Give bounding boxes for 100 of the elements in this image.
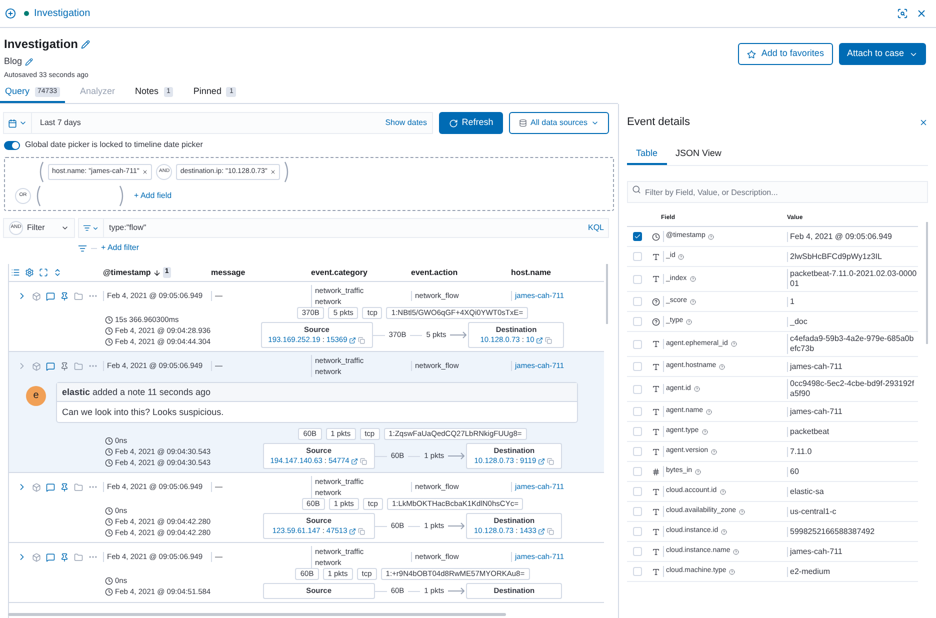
- cube-icon[interactable]: [32, 292, 41, 300]
- comment-icon[interactable]: [46, 362, 55, 370]
- bracket-icon: [284, 161, 290, 183]
- column-header[interactable]: event.category: [311, 266, 368, 278]
- text-type-icon: [652, 548, 660, 556]
- search-field[interactable]: Filter by Field, Value, or Description...: [627, 181, 928, 203]
- add-field-link[interactable]: + Add field: [134, 190, 172, 202]
- external-link-icon[interactable]: [538, 528, 546, 534]
- external-link-icon[interactable]: [349, 528, 356, 534]
- copy-icon[interactable]: [547, 528, 554, 534]
- text-type-icon: [652, 362, 660, 370]
- field-value: elastic-sa: [787, 486, 918, 496]
- show-dates-link[interactable]: Show dates: [385, 117, 432, 129]
- favorites-button[interactable]: Add to favorites: [738, 43, 833, 65]
- clock-icon: [105, 338, 113, 346]
- cube-icon[interactable]: [32, 362, 41, 370]
- close-icon[interactable]: [919, 118, 928, 127]
- filter-icon[interactable]: [78, 244, 87, 252]
- cube-icon[interactable]: [32, 482, 41, 492]
- external-link-icon[interactable]: [538, 458, 546, 464]
- add-filter-link[interactable]: + Add filter: [101, 242, 140, 254]
- edit-icon[interactable]: [25, 58, 34, 66]
- checkbox[interactable]: [633, 232, 642, 241]
- data-sources-button[interactable]: All data sources: [509, 112, 609, 134]
- comment-icon[interactable]: [46, 292, 55, 300]
- column-header[interactable]: event.action: [411, 266, 458, 278]
- saved-query-icon[interactable]: [83, 224, 91, 232]
- edit-icon[interactable]: [81, 40, 90, 48]
- folder-icon[interactable]: [74, 552, 83, 562]
- text-type-icon: [652, 408, 660, 416]
- question-icon: [652, 318, 660, 326]
- folder-icon[interactable]: [74, 292, 83, 300]
- remove-icon[interactable]: [142, 169, 148, 175]
- toggle-label: Global date picker is locked to timeline date picker: [25, 139, 203, 151]
- cube-icon[interactable]: [32, 552, 41, 562]
- copy-icon[interactable]: [545, 336, 552, 344]
- status-dot-icon: [24, 11, 29, 16]
- refresh-button[interactable]: Refresh: [439, 112, 503, 134]
- field-value: 0cc9498c-5ec2-4cbe-bd9f-293192fa5f90: [787, 379, 918, 399]
- arrow-icon: [450, 331, 468, 339]
- text-type-icon: [652, 340, 660, 348]
- field-value: 5998252166588387492: [787, 526, 918, 536]
- copy-icon[interactable]: [547, 458, 554, 464]
- refresh-icon: [448, 118, 458, 128]
- tab[interactable]: JSON View: [666, 144, 730, 164]
- settings-icon[interactable]: [25, 268, 34, 277]
- text-type-icon: [652, 252, 660, 260]
- date-range: Last 7 days: [39, 117, 82, 129]
- fullscreen-icon[interactable]: [39, 268, 48, 277]
- row-height-icon[interactable]: [53, 268, 62, 277]
- folder-icon[interactable]: [74, 482, 83, 492]
- comment-icon[interactable]: [46, 552, 55, 562]
- query-input[interactable]: type:"flow" KQL: [78, 218, 609, 238]
- pin-icon[interactable]: [60, 362, 69, 370]
- clock-icon: [105, 518, 113, 526]
- scrollbar-thumb: [606, 264, 608, 324]
- pin-icon[interactable]: [60, 482, 69, 492]
- text-type-icon: [652, 428, 660, 436]
- field-value: 1: [787, 296, 918, 306]
- clock-icon: [105, 437, 113, 445]
- copy-icon[interactable]: [358, 528, 366, 534]
- copy-icon[interactable]: [358, 336, 366, 344]
- column-header[interactable]: host.name: [511, 266, 552, 278]
- timeline-link[interactable]: Investigation: [34, 6, 90, 21]
- copy-icon[interactable]: [360, 458, 368, 464]
- field-value: 7.11.0: [787, 446, 918, 456]
- search-icon: [632, 184, 641, 194]
- text-type-icon: [652, 508, 660, 516]
- caret-icon: [591, 119, 600, 127]
- remove-icon[interactable]: [270, 169, 276, 175]
- columns-icon[interactable]: [11, 268, 20, 277]
- close-icon[interactable]: [916, 8, 927, 19]
- bracket-icon: [119, 185, 125, 207]
- external-link-icon[interactable]: [349, 336, 356, 344]
- timeline-description: Blog: [4, 55, 22, 68]
- comment-icon[interactable]: [46, 482, 55, 492]
- column-header[interactable]: message: [211, 266, 246, 278]
- clock-icon: [105, 529, 113, 537]
- field-value: james-cah-711: [787, 546, 918, 556]
- fullscreen-icon[interactable]: [897, 8, 908, 19]
- column-header[interactable]: @timestamp: [103, 266, 151, 278]
- calendar-icon[interactable]: [8, 118, 17, 128]
- kql-link[interactable]: KQL: [588, 222, 608, 234]
- attach-to-case-button[interactable]: Attach to case: [838, 43, 926, 65]
- external-link-icon[interactable]: [536, 336, 544, 344]
- field-value: james-cah-711: [787, 362, 918, 372]
- text-type-icon: [652, 448, 660, 456]
- pin-icon[interactable]: [60, 292, 69, 300]
- bracket-icon: [35, 185, 41, 207]
- add-icon[interactable]: [5, 8, 16, 19]
- text-type-icon: [652, 275, 660, 283]
- external-link-icon[interactable]: [351, 458, 358, 464]
- caret-icon: [61, 224, 69, 232]
- pin-icon[interactable]: [60, 552, 69, 562]
- folder-icon[interactable]: [74, 362, 83, 370]
- timeline-title: Investigation: [4, 36, 78, 53]
- field-value: james-cah-711: [787, 406, 918, 416]
- tab[interactable]: Table: [627, 144, 667, 164]
- text-type-icon: [652, 568, 660, 576]
- lock-toggle[interactable]: [4, 140, 20, 150]
